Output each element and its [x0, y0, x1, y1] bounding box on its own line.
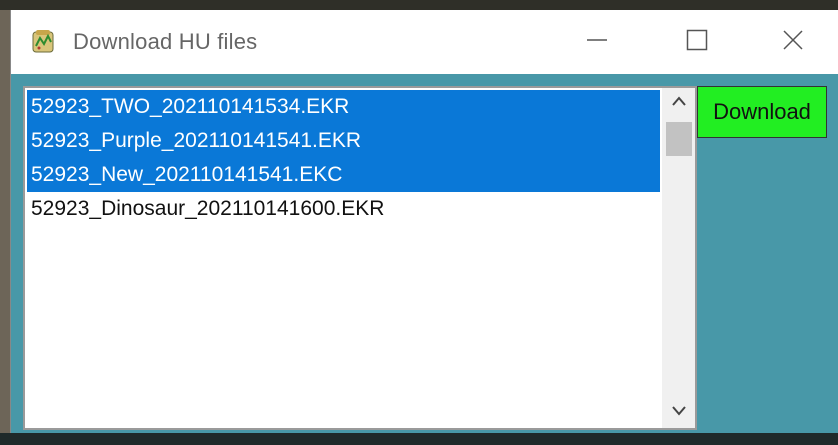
app-icon	[31, 28, 55, 54]
file-list-item[interactable]: 52923_New_202110141541.EKC	[27, 158, 660, 192]
window-title: Download HU files	[73, 29, 258, 54]
chevron-down-icon	[671, 404, 687, 422]
file-list[interactable]: 52923_TWO_202110141534.EKR 52923_Purple_…	[27, 90, 660, 426]
desktop-bottom-edge	[0, 433, 838, 445]
scroll-thumb[interactable]	[666, 122, 692, 156]
file-list-item[interactable]: 52923_TWO_202110141534.EKR	[27, 90, 660, 124]
vertical-scrollbar[interactable]	[662, 88, 695, 428]
title-bar[interactable]: Download HU files	[11, 10, 838, 74]
download-button[interactable]: Download	[697, 86, 827, 138]
scroll-down-button[interactable]	[662, 398, 695, 428]
desktop-top-edge	[0, 0, 838, 10]
chevron-up-icon	[671, 94, 687, 112]
file-list-item[interactable]: 52923_Dinosaur_202110141600.EKR	[27, 192, 660, 226]
file-list-item[interactable]: 52923_Purple_202110141541.EKR	[27, 124, 660, 158]
maximize-icon	[685, 28, 709, 57]
minimize-button[interactable]	[567, 20, 627, 64]
maximize-button[interactable]	[667, 20, 727, 64]
scroll-up-button[interactable]	[662, 88, 695, 118]
desktop-left-edge	[0, 10, 10, 445]
client-area: 52923_TWO_202110141534.EKR 52923_Purple_…	[11, 74, 838, 433]
minimize-icon	[585, 28, 609, 57]
file-listbox[interactable]: 52923_TWO_202110141534.EKR 52923_Purple_…	[23, 86, 697, 430]
close-button[interactable]	[763, 20, 823, 64]
download-window: Download HU files 52923_TWO_202110141534…	[10, 10, 838, 433]
close-icon	[781, 28, 805, 57]
